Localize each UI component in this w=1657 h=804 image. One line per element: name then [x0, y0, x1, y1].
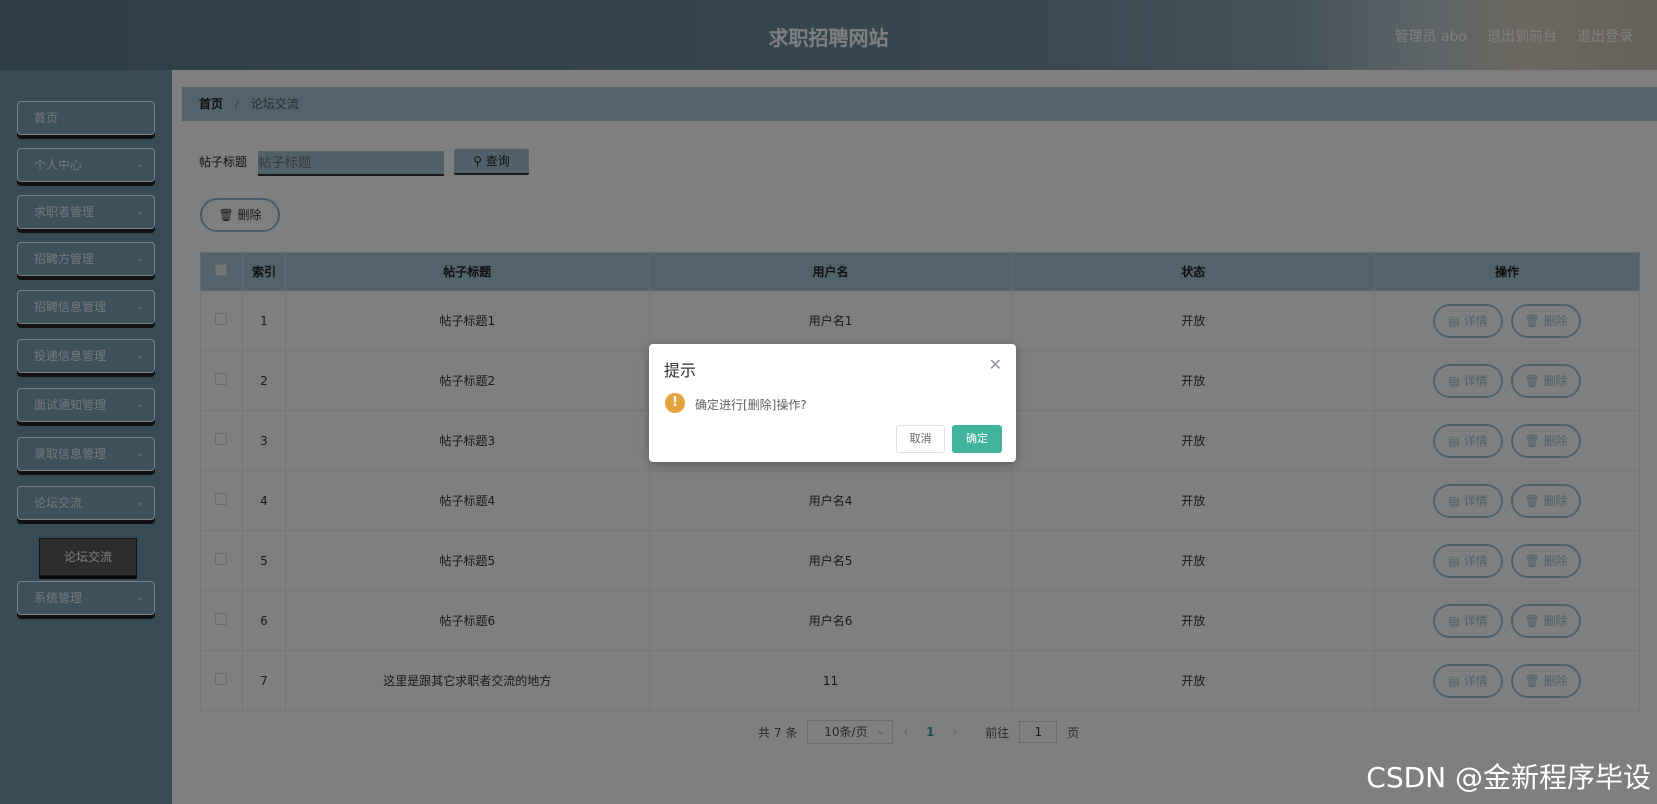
dialog-message: 确定进行[删除]操作? — [695, 398, 807, 412]
confirm-button[interactable]: 确定 — [952, 425, 1002, 453]
cancel-button[interactable]: 取消 — [896, 425, 945, 453]
confirm-dialog: 提示 ✕ ! 确定进行[删除]操作? 取消 确定 — [649, 344, 1016, 462]
watermark-text: CSDN @金新程序毕设 — [1366, 761, 1651, 794]
close-icon[interactable]: ✕ — [989, 355, 1002, 374]
dialog-title: 提示 — [664, 361, 697, 380]
warning-icon: ! — [665, 393, 685, 413]
